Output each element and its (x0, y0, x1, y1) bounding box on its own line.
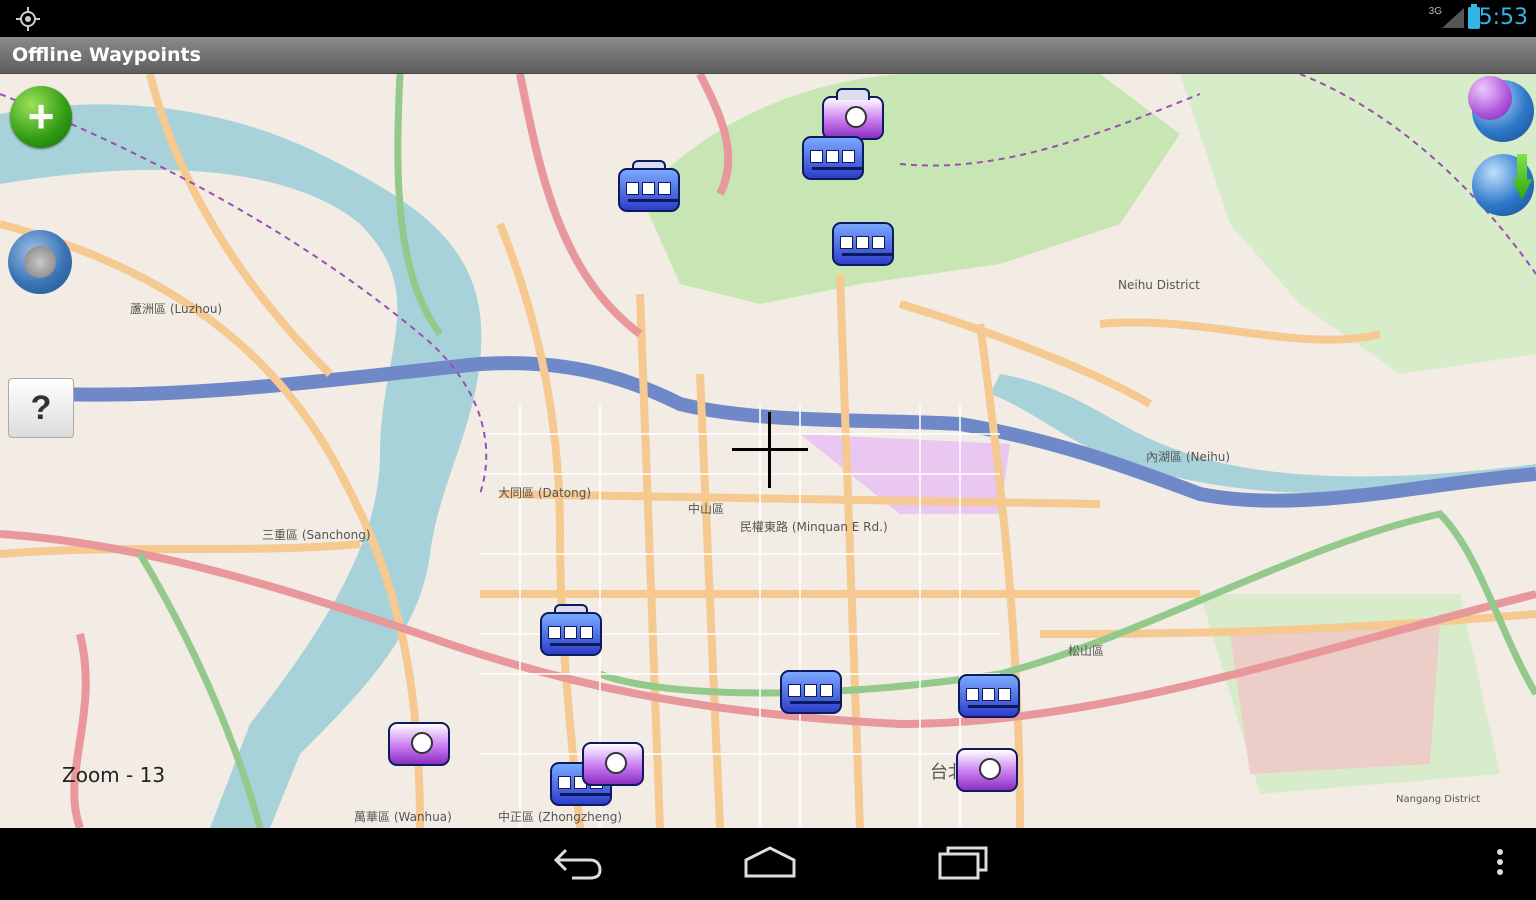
map-label-neihu-district: Neihu District (1118, 278, 1200, 292)
home-icon[interactable] (742, 842, 798, 882)
help-button[interactable]: ? (8, 378, 74, 438)
map-label-minquan: 民權東路 (Minquan E Rd.) (740, 520, 888, 534)
map-label-wanhua: 萬華區 (Wanhua) (354, 810, 452, 824)
action-bar: Offline Waypoints (0, 37, 1536, 74)
waypoint-marker-camera[interactable] (384, 714, 450, 772)
signal-icon (1442, 8, 1464, 28)
map-label-neihu: 內湖區 (Neihu) (1146, 450, 1231, 464)
download-map-globe-icon[interactable] (1472, 154, 1534, 216)
gps-icon (16, 7, 40, 31)
map-label-luzhou: 蘆洲區 (Luzhou) (130, 302, 223, 316)
my-location-button[interactable] (8, 230, 72, 294)
overflow-menu-icon[interactable] (1490, 842, 1510, 882)
clock: 5:53 (1478, 5, 1528, 30)
map-label-sanchong: 三重區 (Sanchong) (262, 528, 371, 542)
map-label-nangang: Nangang District (1396, 794, 1481, 805)
map-label-zhongshan: 中山區 (688, 502, 725, 516)
app-title: Offline Waypoints (12, 44, 201, 66)
map-layers-globe-icon[interactable] (1468, 76, 1534, 142)
waypoint-marker-train[interactable] (536, 604, 602, 662)
crosshair-horizontal (732, 448, 808, 451)
add-waypoint-button[interactable]: + (10, 86, 72, 148)
map-label-songshan: 松山區 (1068, 644, 1105, 658)
waypoint-marker-train[interactable] (798, 128, 864, 186)
navigation-bar (0, 828, 1536, 900)
waypoint-marker-train[interactable] (954, 666, 1020, 724)
waypoint-marker-train[interactable] (828, 214, 894, 272)
waypoint-marker-camera[interactable] (578, 734, 644, 792)
zoom-level: Zoom - 13 (62, 763, 166, 787)
recents-icon[interactable] (936, 842, 992, 882)
network-type: 3G (1428, 6, 1442, 17)
waypoint-marker-camera[interactable] (952, 740, 1018, 798)
status-bar: 3G 5:53 (0, 0, 1536, 37)
back-icon[interactable] (552, 842, 604, 882)
map-view[interactable]: 蘆洲區 (Luzhou) 大同區 (Datong) 中山區 三重區 (Sanch… (0, 74, 1536, 828)
map-label-datong: 大同區 (Datong) (498, 486, 592, 500)
plus-icon: + (27, 90, 55, 142)
waypoint-marker-train[interactable] (614, 160, 680, 218)
waypoint-marker-train[interactable] (776, 662, 842, 720)
